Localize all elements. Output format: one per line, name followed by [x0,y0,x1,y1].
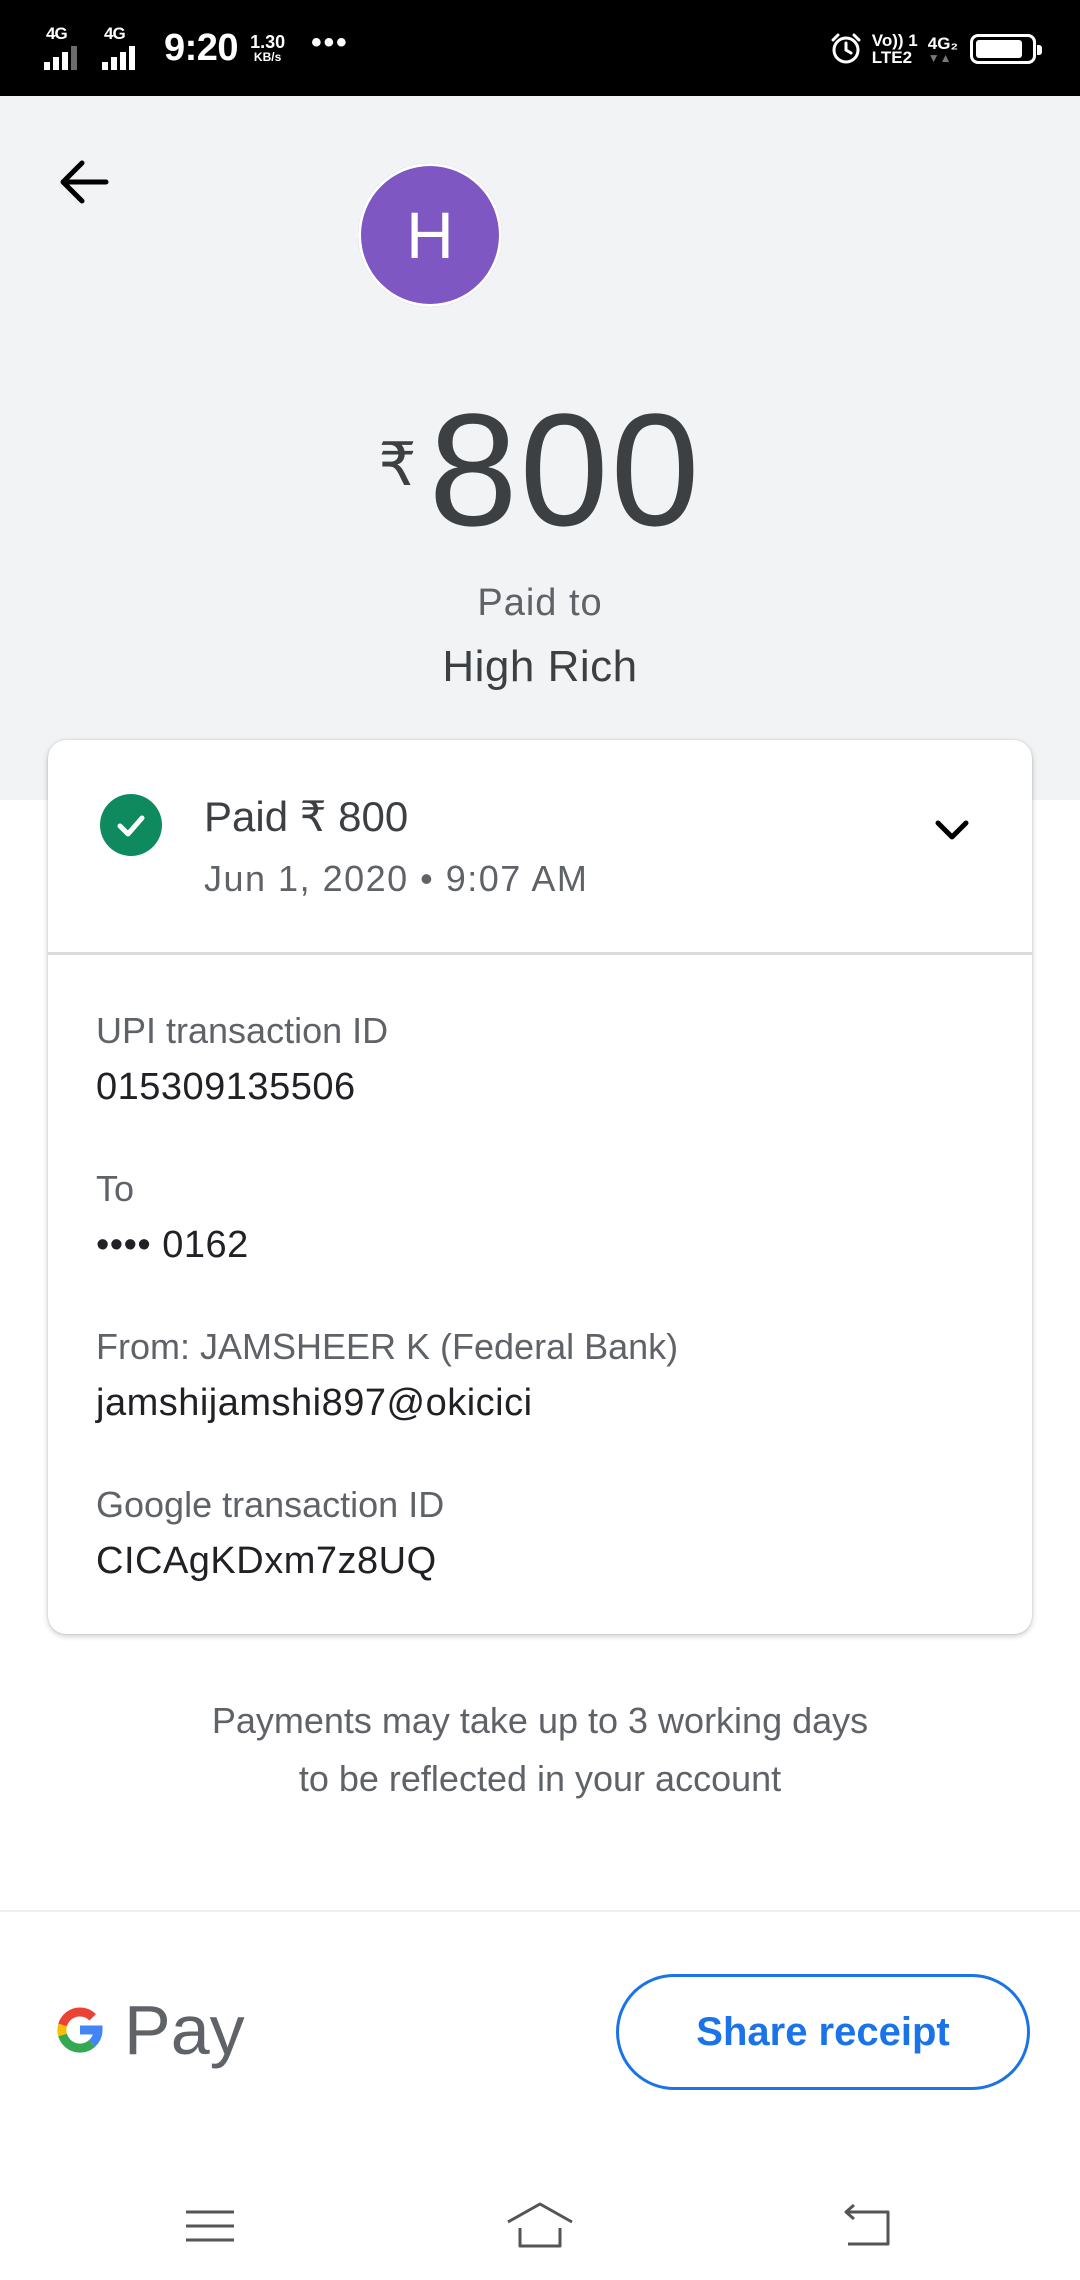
footer-divider [0,1910,1080,1912]
gpay-logo: Pay [48,1990,245,2070]
network-speed: 1.30 KB/s [250,33,285,63]
chevron-down-icon[interactable] [928,806,976,854]
network-type-1: 4G [46,24,68,43]
processing-note-line-1: Payments may take up to 3 working days [211,1700,869,1741]
status-left: 4G 4G 9:20 1.30 KB/s ••• [44,22,349,74]
payee-name: High Rich [442,642,638,691]
system-navigation-bar [0,2180,1080,2280]
battery-nub [1037,45,1042,55]
detail-value: 015309135506 [96,1066,356,1108]
detail-value: •••• 0162 [96,1224,249,1266]
payment-date-time: Jun 1, 2020 • 9:07 AM [204,858,589,899]
status-right: Vo)) 1 LTE2 4G₂ ▼▲ [830,24,1042,74]
home-icon[interactable] [504,2198,576,2254]
google-g-icon [57,2007,103,2053]
payment-status-title: Paid ₹ 800 [204,793,409,840]
more-notifications-icon: ••• [311,26,349,59]
menu-icon[interactable] [182,2198,238,2254]
network-type-2: 4G [104,24,126,43]
detail-label: Google transaction ID [96,1484,445,1525]
check-mark-icon [117,815,145,837]
arrow-left-icon[interactable] [52,150,116,214]
battery-icon [970,34,1042,64]
detail-upi-transaction-id: UPI transaction ID 015309135506 [96,1010,388,1109]
avatar: H [358,163,502,307]
check-circle-icon [100,794,162,856]
volte-top: Vo)) 1 [871,31,918,50]
gpay-wordmark: Pay [124,1991,245,2069]
signal-bars-1-icon [44,46,77,70]
transaction-card: Paid ₹ 800 Jun 1, 2020 • 9:07 AM UPI tra… [48,740,1032,1634]
processing-note: Payments may take up to 3 working days t… [0,1692,1080,1808]
processing-note-line-2: to be reflected in your account [298,1758,782,1799]
detail-label: UPI transaction ID [96,1010,389,1051]
alarm-icon [831,33,861,64]
signal-bars-2-icon [102,46,135,70]
network-right-type: 4G₂ [927,33,958,53]
speed-unit: KB/s [253,50,282,64]
amount-value: 800 [428,380,702,559]
detail-label: To [96,1168,135,1209]
currency-symbol: ₹ [378,431,417,498]
signal-1: 4G [44,24,90,72]
detail-value: jamshijamshi897@okicici [96,1382,533,1424]
signal-2: 4G [102,24,148,72]
share-receipt-button[interactable]: Share receipt [616,1974,1030,2090]
data-activity-icon: ▼▲ [927,50,952,65]
card-divider [48,952,1032,955]
detail-label: From: JAMSHEER K (Federal Bank) [96,1326,679,1367]
network-right: 4G₂ ▼▲ [928,35,958,64]
battery-fill [976,40,1022,58]
status-bar: 4G 4G 9:20 1.30 KB/s ••• Vo)) 1 LTE2 4G₂… [0,0,1080,96]
detail-value: CICAgKDxm7z8UQ [96,1540,437,1582]
volte-bottom: LTE2 [871,48,913,67]
payment-amount: ₹ 800 [0,380,1080,560]
paid-to-label: Paid to [477,582,603,624]
detail-to: To •••• 0162 [96,1168,249,1267]
speed-value: 1.30 [250,32,286,52]
detail-from: From: JAMSHEER K (Federal Bank) jamshija… [96,1326,678,1425]
clock: 9:20 [164,26,239,69]
detail-google-transaction-id: Google transaction ID CICAgKDxm7z8UQ [96,1484,444,1583]
back-icon[interactable] [840,2198,896,2254]
volte-indicator: Vo)) 1 LTE2 [872,32,918,66]
